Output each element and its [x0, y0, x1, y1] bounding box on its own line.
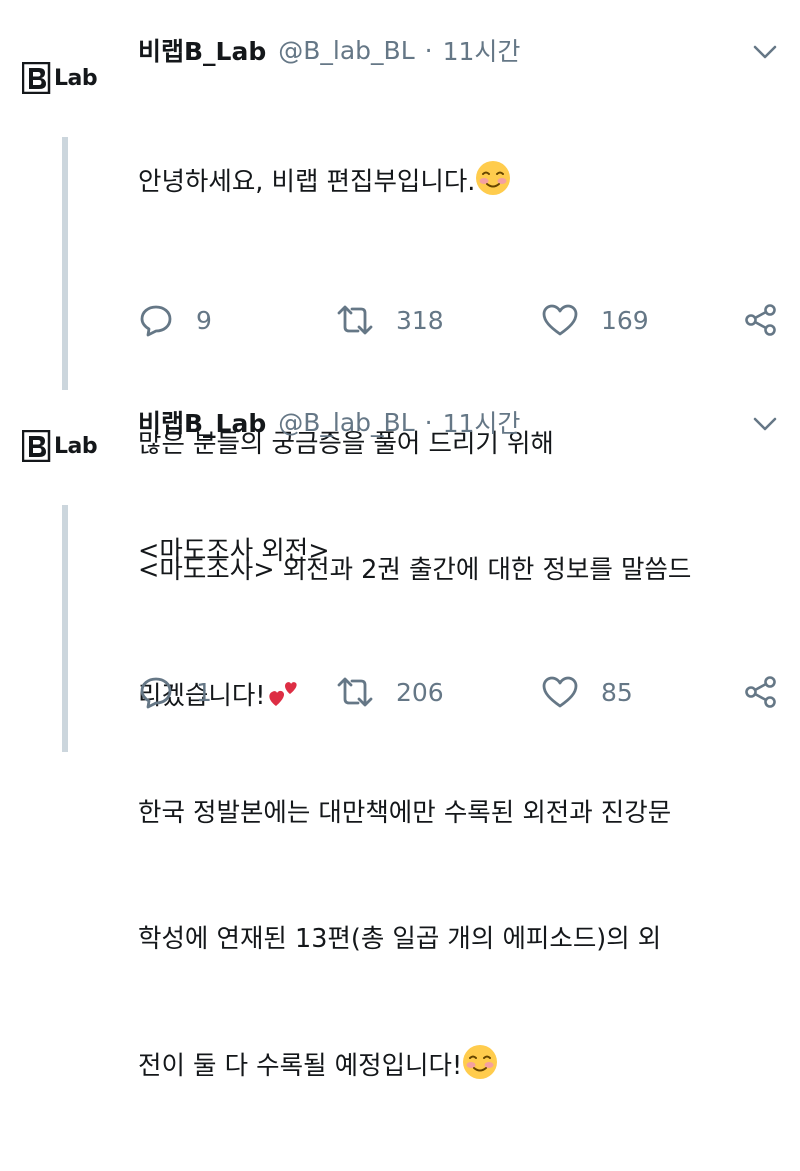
- reply-icon: [140, 305, 172, 337]
- tweet-line: 한국 정발본에는 대만책에만 수록된 외전과 진강문: [138, 798, 672, 828]
- thread-line: [62, 505, 68, 752]
- blab-logo-b-icon: [22, 430, 51, 462]
- reply-count: 1: [196, 677, 212, 707]
- like-count: 169: [601, 305, 649, 335]
- retweet-count: 206: [396, 677, 444, 707]
- blab-logo-b-icon: [22, 62, 51, 94]
- tweet-1[interactable]: Lab 비랩B_Lab @B_lab_BL · 11시간 안녕하세요, 비랩 편…: [0, 0, 800, 711]
- share-button[interactable]: [744, 300, 778, 340]
- author-name[interactable]: 비랩B_Lab: [138, 404, 266, 440]
- tweet-actions: 1 206 85: [138, 672, 788, 712]
- smiling-face-with-blush-emoji-icon: [463, 1045, 498, 1079]
- timestamp[interactable]: 11시간: [443, 404, 521, 440]
- author-handle[interactable]: @B_lab_BL: [278, 36, 414, 65]
- retweet-button[interactable]: 318: [336, 300, 444, 340]
- avatar[interactable]: Lab: [22, 58, 110, 98]
- avatar[interactable]: Lab: [22, 426, 110, 466]
- retweet-count: 318: [396, 305, 444, 335]
- reply-count: 9: [196, 305, 212, 335]
- retweet-icon: [337, 677, 373, 707]
- thread-line: [62, 137, 68, 390]
- author-handle[interactable]: @B_lab_BL: [278, 408, 414, 437]
- separator-dot: ·: [424, 35, 433, 65]
- reply-icon: [140, 677, 172, 709]
- heart-icon: [542, 676, 578, 708]
- tweet-line: 전이 둘 다 수록될 예정입니다!: [138, 1044, 778, 1087]
- separator-dot: ·: [424, 407, 433, 437]
- share-icon: [745, 676, 776, 708]
- avatar-logo-text: Lab: [54, 433, 98, 459]
- author-name[interactable]: 비랩B_Lab: [138, 32, 266, 68]
- smiling-face-with-blush-emoji-icon: [476, 161, 511, 195]
- chevron-down-icon[interactable]: [750, 414, 780, 434]
- reply-button[interactable]: 1: [138, 672, 212, 712]
- chevron-down-icon[interactable]: [750, 42, 780, 62]
- timestamp[interactable]: 11시간: [443, 32, 521, 68]
- share-icon: [745, 304, 776, 336]
- tweet-line: <마도조사 외전>: [138, 536, 330, 566]
- tweet-2[interactable]: Lab 비랩B_Lab @B_lab_BL · 11시간 <마도조사 외전> 한…: [0, 392, 800, 1081]
- tweet-header: 비랩B_Lab @B_lab_BL · 11시간: [138, 32, 520, 68]
- reply-button[interactable]: 9: [138, 300, 212, 340]
- tweet-header: 비랩B_Lab @B_lab_BL · 11시간: [138, 404, 520, 440]
- tweet-text: <마도조사 외전> 한국 정발본에는 대만책에만 수록된 외전과 진강문 학성에…: [138, 446, 778, 1171]
- heart-icon: [542, 304, 578, 336]
- tweet-line: 학성에 연재된 13편(총 일곱 개의 에피소드)의 외: [138, 924, 662, 954]
- retweet-button[interactable]: 206: [336, 672, 444, 712]
- like-button[interactable]: 169: [541, 300, 649, 340]
- tweet-actions: 9 318 169: [138, 300, 788, 340]
- avatar-logo-text: Lab: [54, 65, 98, 91]
- tweet-line: 안녕하세요, 비랩 편집부입니다.: [138, 160, 778, 203]
- retweet-icon: [337, 305, 373, 335]
- share-button[interactable]: [744, 672, 778, 712]
- like-button[interactable]: 85: [541, 672, 633, 712]
- like-count: 85: [601, 677, 633, 707]
